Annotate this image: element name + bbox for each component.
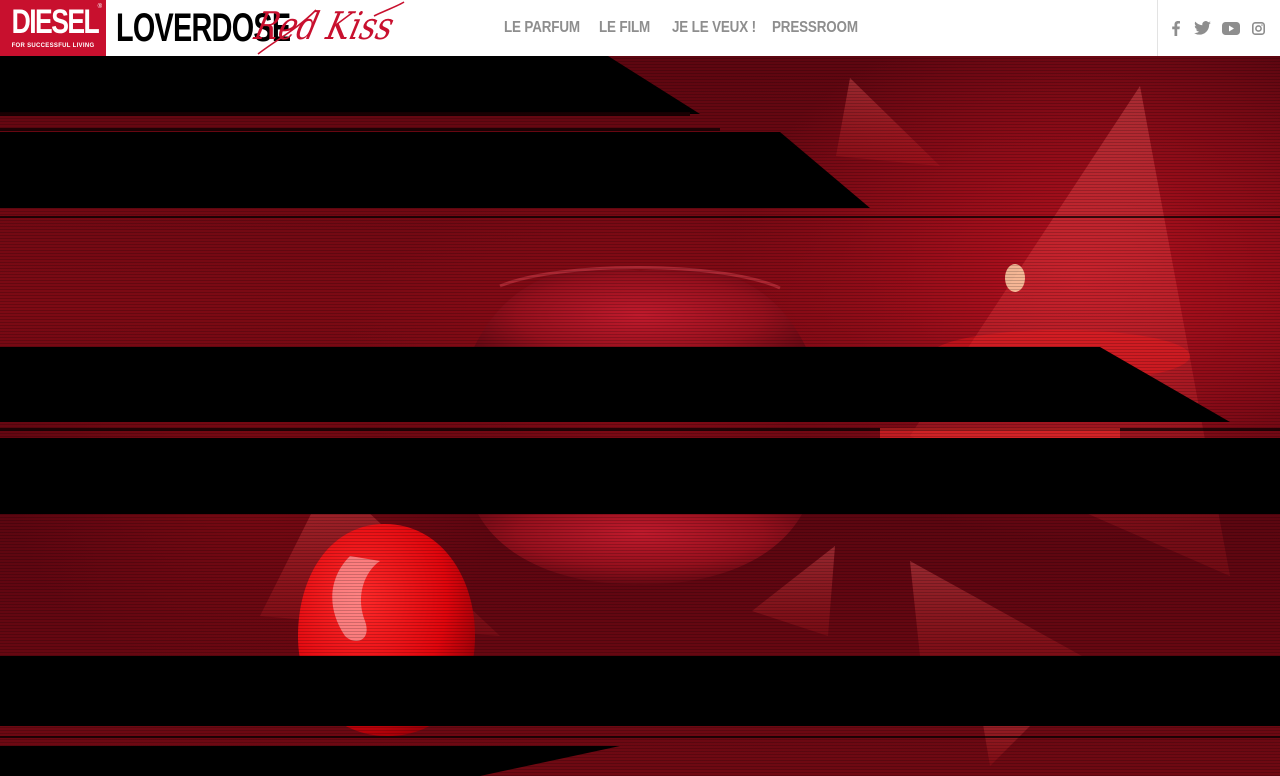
hero-video-banner[interactable]: [0, 56, 1280, 776]
main-nav: LE PARFUM LE FILM JE LE VEUX ! PRESSROOM: [504, 0, 872, 56]
brand-name: DIESEL: [11, 3, 100, 41]
brand-tagline: FOR SUCCESSFUL LIVING: [11, 43, 95, 49]
loverdose-red-kiss-logo[interactable]: LOVERDOSE Red Kiss: [116, 0, 406, 56]
youtube-icon[interactable]: [1221, 21, 1241, 35]
twitter-icon[interactable]: [1193, 21, 1211, 35]
glitch-bars: [0, 56, 1280, 776]
nav-je-le-veux[interactable]: JE LE VEUX !: [672, 19, 756, 37]
nav-pressroom[interactable]: PRESSROOM: [772, 19, 858, 37]
script-swash-decoration: [257, 1, 405, 55]
nav-le-parfum[interactable]: LE PARFUM: [504, 19, 580, 37]
sparkle-highlight: [1005, 264, 1025, 292]
diesel-logo[interactable]: DIESEL ® FOR SUCCESSFUL LIVING: [0, 0, 106, 56]
site-header: DIESEL ® FOR SUCCESSFUL LIVING LOVERDOSE…: [0, 0, 1280, 56]
social-links: [1157, 0, 1280, 56]
registered-mark: ®: [97, 4, 102, 10]
nav-le-film[interactable]: LE FILM: [599, 19, 650, 37]
facebook-icon[interactable]: [1168, 20, 1184, 36]
instagram-icon[interactable]: [1251, 21, 1265, 35]
hero-artwork: [0, 56, 1280, 776]
red-lips: [470, 266, 810, 585]
